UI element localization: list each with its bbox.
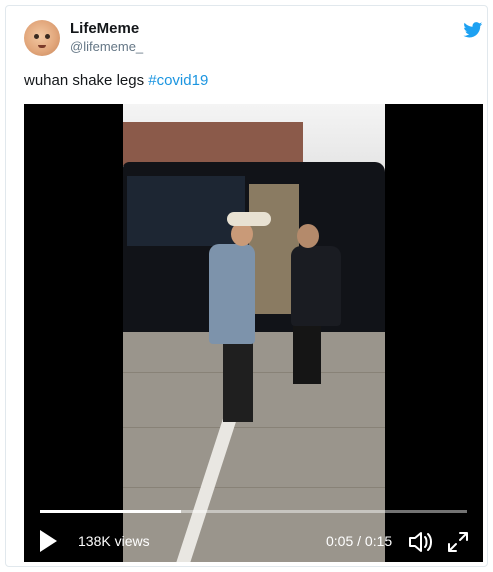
expand-icon[interactable] (446, 530, 470, 554)
video-frame (123, 104, 385, 562)
avatar[interactable] (24, 20, 60, 56)
tweet-text-plain: wuhan shake legs (24, 72, 149, 89)
hashtag-link[interactable]: #covid19 (148, 72, 208, 89)
avatar-eye (45, 34, 50, 39)
man-left-body (209, 244, 255, 344)
man-left-hat (227, 212, 271, 226)
man-right-head (297, 224, 319, 248)
pavement-line (123, 487, 385, 488)
progress-bar[interactable] (40, 510, 467, 513)
tweet-text: wuhan shake legs #covid19 (24, 72, 208, 89)
video-player[interactable]: 138K views 0:05 / 0:15 (24, 104, 483, 562)
pavement-line (123, 372, 385, 373)
background-building (123, 122, 303, 166)
man-right-legs (293, 322, 321, 384)
twitter-bird-icon[interactable] (463, 22, 483, 38)
avatar-mouth (38, 45, 46, 48)
avatar-eye (34, 34, 39, 39)
author-handle[interactable]: @lifememe_ (70, 39, 143, 54)
progress-fill (40, 510, 181, 513)
time-display: 0:05 / 0:15 (326, 533, 393, 549)
man-left-legs (223, 342, 253, 422)
van-window (127, 176, 245, 246)
pavement-line (123, 427, 385, 428)
man-right-body (291, 246, 341, 326)
play-icon[interactable] (40, 530, 57, 552)
view-count: 138K views (78, 533, 150, 549)
video-controls: 138K views 0:05 / 0:15 (24, 522, 483, 562)
author-name[interactable]: LifeMeme (70, 20, 139, 37)
volume-icon[interactable] (408, 530, 434, 554)
